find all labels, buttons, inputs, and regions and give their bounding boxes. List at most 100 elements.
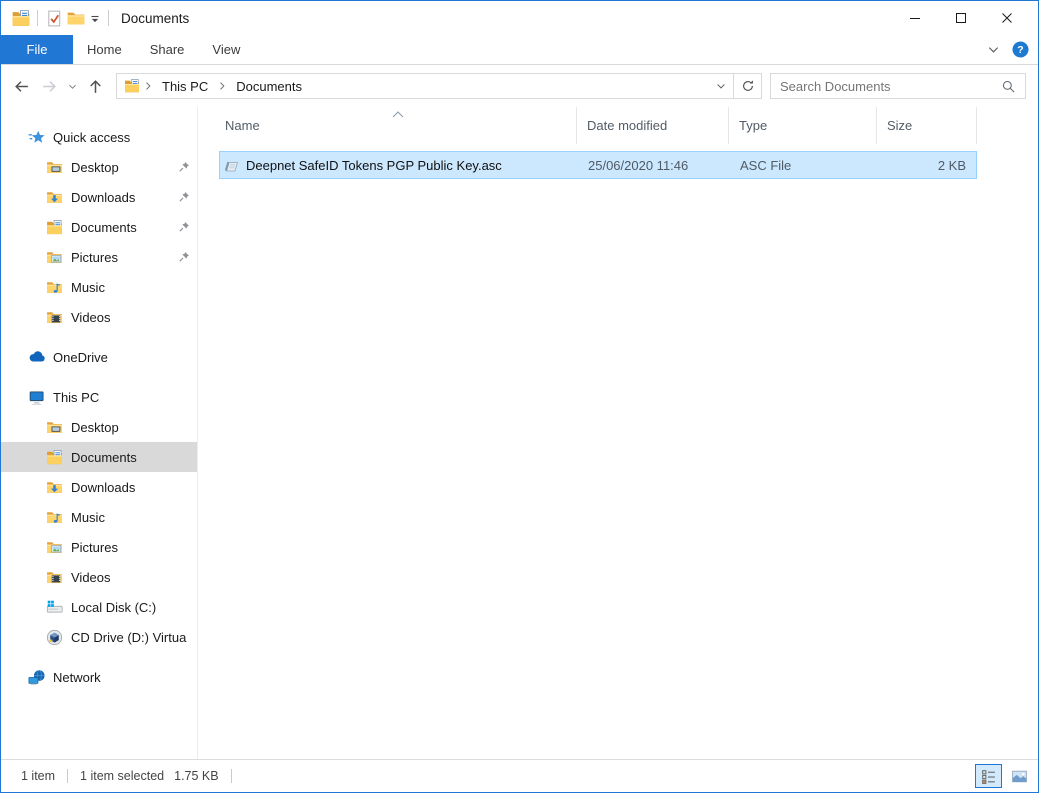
thumbnails-view-button[interactable] [1006,764,1033,788]
search-icon[interactable] [1001,79,1016,94]
sidebar-item-quick-access[interactable]: Quick access [1,122,197,152]
downloads-folder-icon [46,479,63,496]
help-icon[interactable] [1012,41,1029,58]
pictures-folder-icon [46,249,63,266]
breadcrumb-this-pc[interactable]: This PC [156,74,214,98]
sidebar-item-desktop-qa[interactable]: Desktop [1,152,197,182]
maximize-icon [953,10,969,26]
qat-dropdown-icon[interactable] [87,9,103,28]
pin-icon [177,190,191,204]
back-arrow-icon [13,78,30,95]
column-header-type[interactable]: Type [729,107,877,144]
refresh-button[interactable] [734,74,761,98]
breadcrumb-chevron-icon[interactable] [216,80,228,92]
sidebar-item-label: Downloads [71,480,135,495]
sidebar-item-videos-qa[interactable]: Videos [1,302,197,332]
tab-view[interactable]: View [198,35,254,64]
sidebar-item-label: Desktop [71,160,119,175]
breadcrumb-chevron-icon[interactable] [142,80,154,92]
virtualbox-cd-icon [46,629,63,646]
close-icon [999,10,1015,26]
sidebar-item-documents-qa[interactable]: Documents [1,212,197,242]
navigation-pane: Quick access Desktop Downloads Documents [1,107,198,759]
back-button[interactable] [7,72,35,100]
column-header-name[interactable]: Name [219,107,577,144]
column-header-date-modified[interactable]: Date modified [577,107,729,144]
column-header-row: Name Date modified Type Size [219,107,1038,144]
tab-file[interactable]: File [1,35,73,64]
column-header-size[interactable]: Size [877,107,977,144]
quick-access-star-icon [28,129,45,146]
forward-button[interactable] [35,72,63,100]
sidebar-item-videos[interactable]: Videos [1,562,197,592]
refresh-icon [741,79,755,93]
pictures-folder-icon [46,539,63,556]
tab-share[interactable]: Share [136,35,199,64]
details-view-icon [980,768,997,785]
sidebar-item-music[interactable]: Music [1,502,197,532]
maximize-button[interactable] [938,1,984,35]
large-thumbnails-view-icon [1011,768,1028,785]
content-area: Quick access Desktop Downloads Documents [1,107,1038,759]
sidebar-item-label: Documents [71,220,137,235]
sidebar-item-documents[interactable]: Documents [1,442,197,472]
sidebar-item-label: Pictures [71,250,118,265]
sidebar-item-downloads-qa[interactable]: Downloads [1,182,197,212]
pin-icon [177,220,191,234]
sidebar-item-label: Music [71,280,105,295]
sort-ascending-caret-icon [390,108,406,120]
sidebar-item-label: Desktop [71,420,119,435]
sidebar-item-label: Documents [71,450,137,465]
sidebar-item-local-disk-c[interactable]: Local Disk (C:) [1,592,197,622]
quick-access-toolbar: Documents [1,1,189,35]
sidebar-item-pictures-qa[interactable]: Pictures [1,242,197,272]
pin-icon [177,250,191,264]
close-button[interactable] [984,1,1030,35]
computer-monitor-icon [28,389,45,406]
downloads-folder-icon [46,189,63,206]
column-header-label: Date modified [587,118,667,133]
sidebar-item-onedrive[interactable]: OneDrive [1,342,197,372]
item-count: 1 item [21,769,55,783]
address-bar[interactable]: This PC Documents [116,73,762,99]
details-view-button[interactable] [975,764,1002,788]
folder-icon[interactable] [65,9,87,28]
file-explorer-window: Documents File Home Share View This PC D… [0,0,1039,793]
up-arrow-icon [87,78,104,95]
minimize-button[interactable] [892,1,938,35]
selection-count: 1 item selected [80,769,164,783]
address-history-button[interactable] [709,74,733,98]
file-name-cell: Deepnet SafeID Tokens PGP Public Key.asc [220,157,578,174]
sidebar-item-desktop[interactable]: Desktop [1,412,197,442]
sidebar-item-label: This PC [53,390,99,405]
status-bar: 1 item 1 item selected 1.75 KB [1,759,1038,792]
onedrive-cloud-icon [28,349,45,366]
window-title: Documents [121,11,189,26]
file-date-cell: 25/06/2020 11:46 [578,158,730,173]
sidebar-item-network[interactable]: Network [1,662,197,692]
sidebar-item-music-qa[interactable]: Music [1,272,197,302]
music-folder-icon [46,509,63,526]
search-input[interactable] [771,79,1001,94]
network-globe-icon [28,669,45,686]
sidebar-item-label: Local Disk (C:) [71,600,156,615]
sidebar-item-downloads[interactable]: Downloads [1,472,197,502]
confirm-check-icon[interactable] [43,9,65,28]
up-button[interactable] [81,72,109,100]
file-type-cell: ASC File [730,158,878,173]
file-row-selected[interactable]: Deepnet SafeID Tokens PGP Public Key.asc… [219,151,977,179]
notepad-file-icon [223,157,240,174]
forward-arrow-icon [41,78,58,95]
sidebar-item-pictures[interactable]: Pictures [1,532,197,562]
sidebar-item-this-pc[interactable]: This PC [1,382,197,412]
breadcrumb-documents[interactable]: Documents [230,74,308,98]
sidebar-item-label: Network [53,670,101,685]
sidebar-item-label: Downloads [71,190,135,205]
column-header-label: Size [887,118,912,133]
chevron-down-icon [715,80,727,92]
tab-home[interactable]: Home [73,35,136,64]
expand-ribbon-chevron-icon[interactable] [986,42,1001,57]
ribbon-tab-row: File Home Share View [1,35,1038,65]
sidebar-item-cd-drive-d[interactable]: CD Drive (D:) Virtua [1,622,197,652]
recent-locations-button[interactable] [63,72,81,100]
